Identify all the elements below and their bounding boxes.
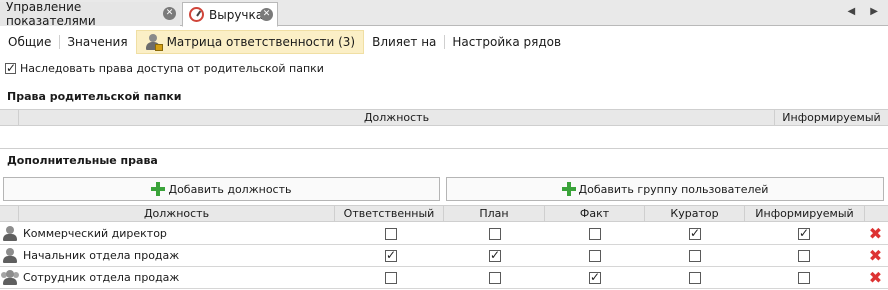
table-row[interactable]: Сотрудник отдела продаж ✖ (0, 267, 888, 289)
curator-checkbox[interactable] (689, 226, 701, 240)
subtab-label: Матрица ответственности (3) (166, 35, 356, 49)
parent-rights-title: Права родительской папки (7, 90, 182, 103)
add-user-group-label: Добавить группу пользователей (578, 182, 769, 196)
subtab-label: Влияет на (372, 35, 437, 49)
column-header-plan[interactable]: План (444, 206, 545, 221)
delete-icon[interactable]: ✖ (868, 270, 883, 286)
add-user-group-button[interactable]: Добавить группу пользователей (446, 177, 884, 201)
subtab-bar: Общие Значения Матрица ответственности (… (0, 28, 888, 56)
subtab-affects[interactable]: Влияет на (364, 30, 446, 54)
subtab-general[interactable]: Общие (0, 30, 61, 54)
informed-checkbox[interactable] (798, 272, 810, 284)
parent-rights-grid-body (0, 127, 888, 149)
inherit-permissions-label: Наследовать права доступа от родительско… (20, 62, 324, 75)
add-position-label: Добавить должность (168, 182, 292, 196)
responsible-checkbox[interactable] (385, 228, 397, 240)
table-row[interactable]: Начальник отдела продаж ✖ (0, 245, 888, 267)
user-icon (3, 226, 17, 242)
subtab-label: Настройка рядов (452, 35, 562, 49)
close-tab-icon[interactable]: ✕ (163, 7, 176, 20)
subtab-label: Общие (8, 35, 52, 49)
table-row[interactable]: Коммерческий директор ✖ (0, 223, 888, 245)
subtab-values[interactable]: Значения (59, 30, 137, 54)
column-header-curator[interactable]: Куратор (645, 206, 745, 221)
user-group-icon (1, 270, 19, 286)
fact-checkbox[interactable] (589, 250, 601, 262)
column-header-informed[interactable]: Информируемый (745, 206, 865, 221)
column-header-position[interactable]: Должность (19, 206, 335, 221)
inherit-permissions-checkbox[interactable] (5, 61, 16, 75)
tab-label: Выручка (209, 7, 264, 22)
column-header-position[interactable]: Должность (19, 110, 775, 125)
column-header-responsible[interactable]: Ответственный (335, 206, 444, 221)
tab-management[interactable]: Управление показателями ✕ (0, 0, 180, 28)
extra-rights-header: Должность Ответственный План Факт Курато… (0, 205, 888, 222)
header-icon-column (0, 110, 19, 125)
subtab-responsibility-matrix[interactable]: Матрица ответственности (3) (135, 30, 365, 54)
tab-label: Управление показателями (6, 0, 96, 28)
plan-checkbox[interactable] (489, 248, 501, 262)
plan-checkbox[interactable] (489, 228, 501, 240)
add-position-button[interactable]: Добавить должность (3, 177, 440, 201)
fact-checkbox[interactable] (589, 228, 601, 240)
column-header-informed[interactable]: Информируемый (775, 110, 888, 125)
plus-icon (151, 182, 166, 196)
curator-checkbox[interactable] (689, 272, 701, 284)
row-position-name: Начальник отдела продаж (23, 249, 180, 262)
user-lock-icon (145, 34, 163, 51)
informed-checkbox[interactable] (798, 226, 810, 240)
subtab-label: Значения (67, 35, 128, 49)
tab-revenue[interactable]: Выручка ✕ (182, 2, 278, 27)
curator-checkbox[interactable] (689, 250, 701, 262)
parent-rights-header: Должность Информируемый (0, 109, 888, 126)
row-position-name: Коммерческий директор (23, 227, 167, 240)
gauge-icon (189, 7, 204, 22)
plus-icon (561, 182, 576, 196)
inherit-permissions-option[interactable]: Наследовать права доступа от родительско… (5, 61, 324, 75)
user-icon (3, 248, 17, 264)
responsible-checkbox[interactable] (385, 248, 397, 262)
header-icon-column (0, 206, 19, 221)
column-header-fact[interactable]: Факт (545, 206, 645, 221)
document-tab-strip: Управление показателями ✕ Выручка ✕ ◀ ▶ (0, 0, 888, 28)
close-tab-icon[interactable]: ✕ (260, 8, 273, 21)
extra-rights-title: Дополнительные права (7, 154, 158, 167)
delete-icon[interactable]: ✖ (868, 248, 883, 264)
header-actions-column (865, 206, 888, 221)
row-position-name: Сотрудник отдела продаж (23, 271, 180, 284)
informed-checkbox[interactable] (798, 250, 810, 262)
subtab-series-settings[interactable]: Настройка рядов (444, 30, 569, 54)
fact-checkbox[interactable] (589, 270, 601, 284)
delete-icon[interactable]: ✖ (868, 226, 883, 242)
plan-checkbox[interactable] (489, 272, 501, 284)
tab-scroll-arrows[interactable]: ◀ ▶ (847, 6, 884, 17)
responsible-checkbox[interactable] (385, 272, 397, 284)
